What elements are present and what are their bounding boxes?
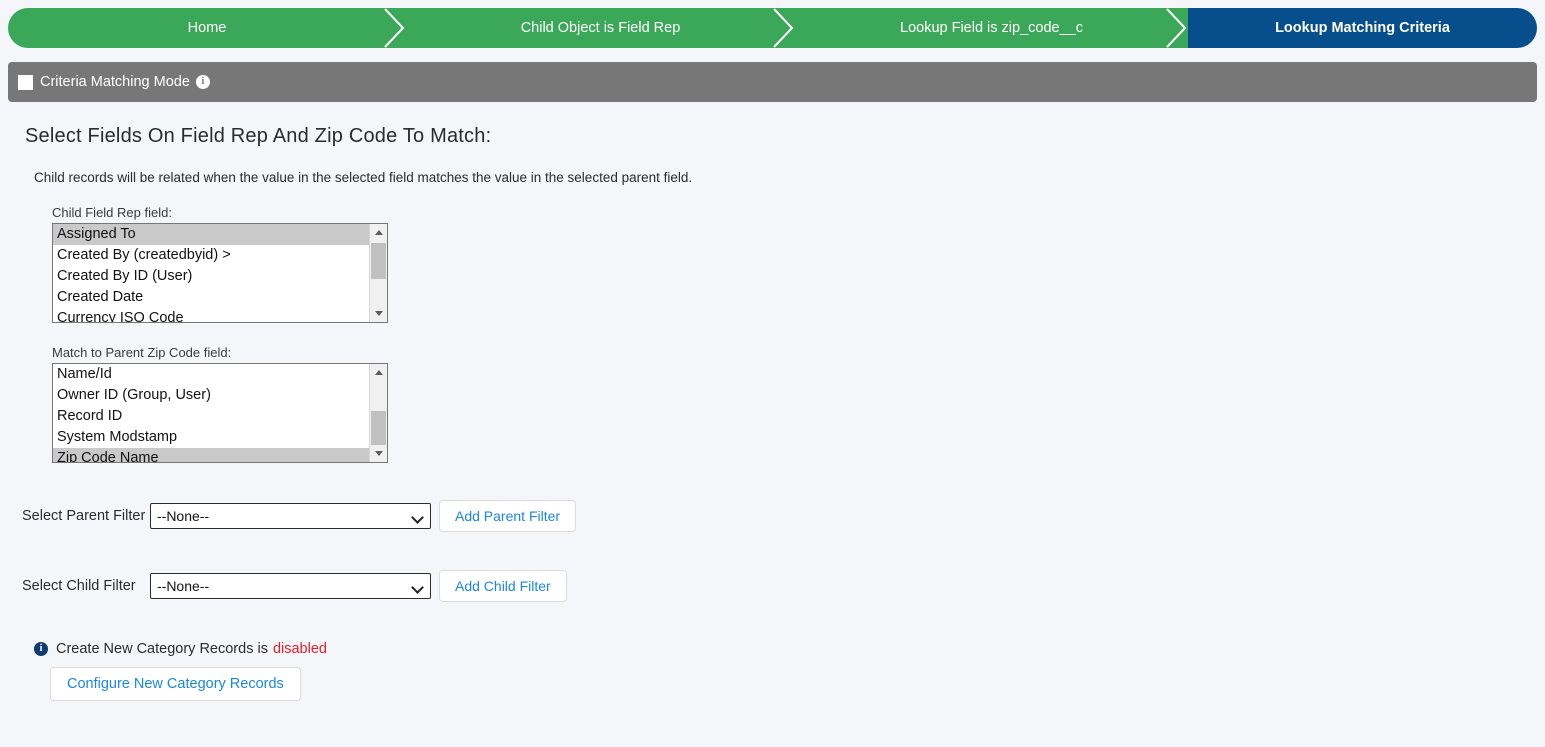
add-child-filter-button[interactable]: Add Child Filter bbox=[439, 570, 567, 602]
list-item[interactable]: Currency ISO Code bbox=[53, 308, 369, 322]
breadcrumb-step-lookup-field[interactable]: Lookup Field is zip_code__c bbox=[795, 8, 1188, 48]
child-field-options[interactable]: Assigned To Created By (createdbyid) > C… bbox=[53, 224, 369, 322]
chevron-right-icon bbox=[1163, 8, 1189, 48]
scroll-up-arrow-icon[interactable] bbox=[370, 224, 387, 241]
page-title: Select Fields On Field Rep And Zip Code … bbox=[25, 125, 492, 147]
child-filter-row: Select Child Filter --None-- Add Child F… bbox=[22, 569, 1545, 603]
breadcrumb-step-label: Home bbox=[187, 20, 227, 36]
chevron-right-icon bbox=[770, 8, 796, 48]
criteria-matching-mode-checkbox[interactable] bbox=[18, 74, 33, 90]
list-item[interactable]: Assigned To bbox=[53, 224, 369, 245]
child-field-label: Child Field Rep field: bbox=[52, 205, 172, 220]
info-icon[interactable]: i bbox=[195, 75, 210, 89]
scroll-up-arrow-icon[interactable] bbox=[370, 364, 387, 381]
child-filter-value: --None-- bbox=[157, 578, 210, 594]
chevron-down-icon bbox=[413, 583, 423, 589]
add-parent-filter-button[interactable]: Add Parent Filter bbox=[439, 500, 577, 532]
scrollbar-thumb[interactable] bbox=[371, 243, 386, 279]
main-content: Select Fields On Field Rep And Zip Code … bbox=[0, 110, 1545, 701]
list-item[interactable]: Zip Code Name bbox=[53, 448, 369, 462]
breadcrumb-step-label: Lookup Matching Criteria bbox=[1275, 20, 1450, 36]
chevron-down-icon bbox=[413, 513, 423, 519]
parent-field-options[interactable]: Name/Id Owner ID (Group, User) Record ID… bbox=[53, 364, 369, 462]
breadcrumb-step-home[interactable]: Home bbox=[8, 8, 406, 48]
create-category-records-status: i Create New Category Records is disable… bbox=[34, 641, 1545, 657]
criteria-matching-mode-bar: Criteria Matching Mode i bbox=[8, 62, 1537, 102]
list-item[interactable]: Name/Id bbox=[53, 364, 369, 385]
child-field-block: Child Field Rep field: Assigned To Creat… bbox=[52, 205, 1545, 323]
list-item[interactable]: Record ID bbox=[53, 406, 369, 427]
list-item[interactable]: Owner ID (Group, User) bbox=[53, 385, 369, 406]
breadcrumb-step-label: Child Object is Field Rep bbox=[520, 20, 681, 36]
breadcrumb-step-label: Lookup Field is zip_code__c bbox=[900, 20, 1083, 36]
page-description: Child records will be related when the v… bbox=[34, 170, 693, 185]
parent-field-block: Match to Parent Zip Code field: Name/Id … bbox=[52, 345, 1545, 463]
child-field-scrollbar[interactable] bbox=[369, 224, 387, 322]
scrollbar-thumb[interactable] bbox=[371, 411, 386, 445]
parent-field-scrollbar[interactable] bbox=[369, 364, 387, 462]
breadcrumb-step-child-object[interactable]: Child Object is Field Rep bbox=[406, 8, 795, 48]
child-filter-label: Select Child Filter bbox=[22, 578, 136, 594]
info-icon[interactable]: i bbox=[34, 642, 48, 656]
status-badge: disabled bbox=[272, 641, 327, 657]
create-category-records-text: Create New Category Records is bbox=[56, 641, 268, 657]
configure-new-category-records-button[interactable]: Configure New Category Records bbox=[50, 667, 301, 701]
chevron-right-icon bbox=[381, 8, 407, 48]
list-item[interactable]: Created Date bbox=[53, 287, 369, 308]
list-item[interactable]: System Modstamp bbox=[53, 427, 369, 448]
breadcrumb: Home Child Object is Field Rep Lookup Fi… bbox=[8, 8, 1537, 48]
parent-filter-value: --None-- bbox=[157, 508, 210, 524]
parent-filter-label: Select Parent Filter bbox=[22, 508, 146, 524]
child-field-listbox[interactable]: Assigned To Created By (createdbyid) > C… bbox=[52, 223, 388, 323]
criteria-matching-mode-label: Criteria Matching Mode bbox=[40, 74, 190, 90]
parent-field-label: Match to Parent Zip Code field: bbox=[52, 345, 232, 360]
parent-field-listbox[interactable]: Name/Id Owner ID (Group, User) Record ID… bbox=[52, 363, 388, 463]
configure-category-records-wrap: Configure New Category Records bbox=[50, 667, 1545, 701]
parent-filter-row: Select Parent Filter --None-- Add Parent… bbox=[22, 499, 1545, 533]
list-item[interactable]: Created By (createdbyid) > bbox=[53, 245, 369, 266]
breadcrumb-step-lookup-matching-criteria[interactable]: Lookup Matching Criteria bbox=[1188, 8, 1537, 48]
scroll-down-arrow-icon[interactable] bbox=[370, 305, 387, 322]
parent-filter-select[interactable]: --None-- bbox=[150, 503, 431, 529]
list-item[interactable]: Created By ID (User) bbox=[53, 266, 369, 287]
scroll-down-arrow-icon[interactable] bbox=[370, 445, 387, 462]
child-filter-select[interactable]: --None-- bbox=[150, 573, 431, 599]
